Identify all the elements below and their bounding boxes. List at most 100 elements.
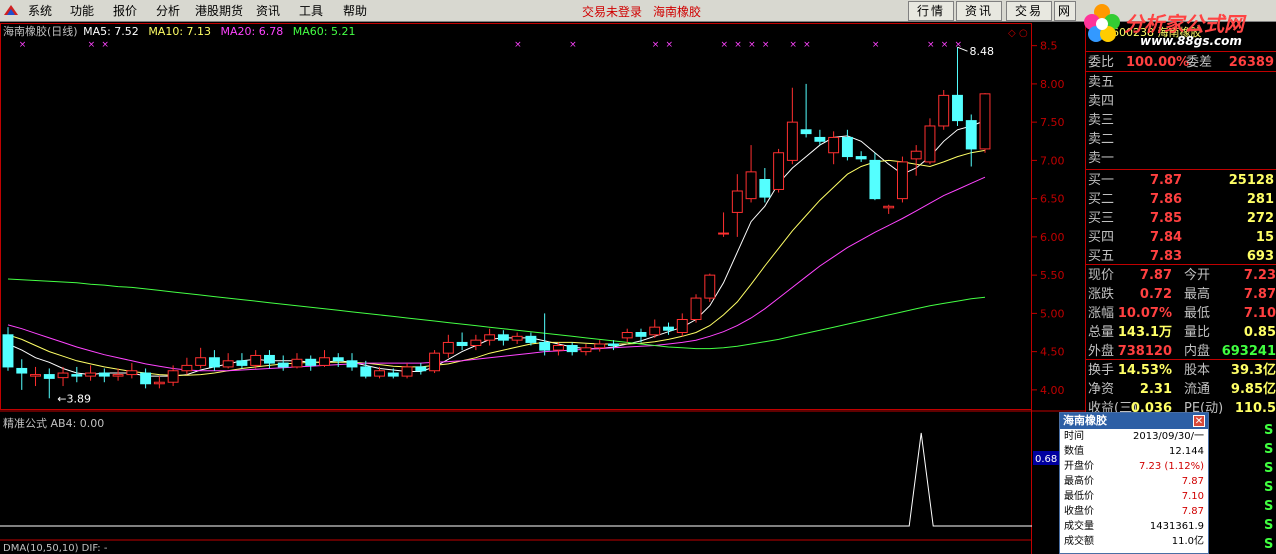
- candle: [98, 368, 110, 383]
- menu-function[interactable]: 功能: [70, 3, 94, 19]
- signal-marker: ×: [734, 40, 742, 50]
- candle: [745, 145, 757, 203]
- candle: [181, 357, 193, 375]
- candle: [649, 319, 661, 338]
- candle: [690, 294, 702, 323]
- candle: [910, 145, 922, 176]
- y-tick-label: 6.00: [1040, 231, 1065, 244]
- signal-marker: ×: [569, 40, 577, 50]
- candle: [484, 328, 496, 346]
- candle: [319, 350, 330, 367]
- candle: [731, 174, 743, 237]
- candle: [442, 334, 454, 358]
- signal-marker: ×: [803, 40, 811, 50]
- candle: [401, 363, 413, 379]
- legend-ma60: MA60: 5.21: [292, 25, 356, 38]
- low-price-label: ←3.89: [57, 392, 91, 405]
- candle: [470, 334, 482, 351]
- candle: [704, 273, 716, 302]
- menu-tools[interactable]: 工具: [299, 3, 323, 19]
- menu-help[interactable]: 帮助: [343, 3, 367, 19]
- menu-system[interactable]: 系统: [28, 3, 52, 19]
- menu-quote[interactable]: 报价: [113, 3, 137, 19]
- candle: [841, 129, 853, 161]
- candle: [305, 355, 317, 371]
- candle: [2, 327, 14, 371]
- y-tick-label: 7.00: [1040, 154, 1065, 167]
- tab-info[interactable]: 资讯: [956, 1, 1002, 21]
- candle: [979, 93, 991, 153]
- candle: [580, 343, 592, 356]
- candle: [195, 347, 207, 369]
- candle: [883, 204, 895, 214]
- candle: [938, 90, 950, 130]
- candle: [855, 151, 867, 162]
- candle: [346, 353, 358, 371]
- dma-legend: DMA(10,50,10) DIF: -: [3, 543, 108, 554]
- candle: [30, 366, 41, 387]
- candle: [621, 328, 633, 343]
- main-plot-frame: [0, 23, 1032, 410]
- current-stock-name: 海南橡胶: [653, 5, 702, 19]
- candle: [566, 342, 578, 356]
- signal-marker: ×: [88, 40, 96, 50]
- signal-marker: ×: [101, 40, 109, 50]
- candle: [718, 212, 730, 237]
- candle: [112, 368, 124, 381]
- trade-login-status[interactable]: 交易未登录: [582, 3, 642, 20]
- candlestick-chart[interactable]: 8.5 8.00 7.50 7.00 6.50 6.00 5.50 5.00 4.50 4.00 ×…: [0, 23, 1086, 554]
- candle: [952, 47, 963, 126]
- candle: [71, 366, 83, 383]
- tab-trade[interactable]: 交易: [1006, 1, 1052, 21]
- ma-legend: 海南橡胶(日线) MA5: 7.52 MA10: 7.13 MA20: 6.78…: [3, 25, 355, 39]
- candle: [511, 332, 523, 344]
- candle: [43, 368, 55, 399]
- legend-ma10: MA10: 7.13: [148, 25, 212, 38]
- signal-marker: ×: [514, 40, 522, 50]
- ma-line-ma20: [7, 176, 986, 372]
- candle: [222, 353, 234, 369]
- signal-marker: ×: [927, 40, 935, 50]
- indicator-legend: 精准公式 AB4: 0.00: [3, 417, 105, 430]
- y-tick-label: 6.50: [1040, 193, 1065, 206]
- high-price-label: 8.48: [969, 45, 994, 58]
- signal-marker: ×: [652, 40, 660, 50]
- y-tick-label: 5.50: [1040, 269, 1065, 282]
- legend-ma5: MA5: 7.52: [83, 25, 139, 38]
- candle: [676, 313, 688, 337]
- candle: [497, 330, 509, 346]
- app-window: 系统 功能 报价 分析 港股期货 资讯 工具 帮助 交易未登录 海南橡胶 行情 …: [0, 0, 1276, 554]
- candle: [594, 340, 606, 352]
- signal-marker: ×: [748, 40, 756, 50]
- candle: [277, 355, 289, 371]
- menu-hk-futures[interactable]: 港股期货: [195, 3, 243, 19]
- menu-analysis[interactable]: 分析: [156, 3, 180, 19]
- circle-icon: ○: [1019, 28, 1028, 39]
- candle: [786, 87, 798, 165]
- chart-title: 海南橡胶(日线): [3, 25, 78, 38]
- menu-news[interactable]: 资讯: [256, 3, 280, 19]
- candle: [250, 350, 262, 369]
- tab-market[interactable]: 行情: [908, 1, 954, 21]
- candle: [140, 368, 152, 389]
- candle: [415, 363, 427, 375]
- tab-web[interactable]: 网: [1054, 1, 1076, 21]
- candle: [773, 148, 785, 193]
- candle: [291, 353, 303, 369]
- signal-marker: ×: [789, 40, 797, 50]
- y-tick-label: 8.00: [1040, 78, 1065, 91]
- candle: [800, 83, 812, 138]
- y-tick-label: 7.50: [1040, 116, 1065, 129]
- candle: [965, 114, 977, 167]
- candle: [456, 332, 468, 351]
- y-tick-label: 4.00: [1040, 384, 1065, 397]
- candle: [539, 313, 551, 356]
- candle: [635, 328, 647, 343]
- candle: [126, 363, 138, 379]
- quote-panel-lines: [1086, 51, 1276, 360]
- y-tick-label: 8.5: [1040, 40, 1058, 53]
- candle: [16, 359, 28, 390]
- signal-marker: ×: [19, 40, 27, 50]
- candle: [896, 156, 908, 203]
- diamond-icon: ◇: [1008, 28, 1016, 39]
